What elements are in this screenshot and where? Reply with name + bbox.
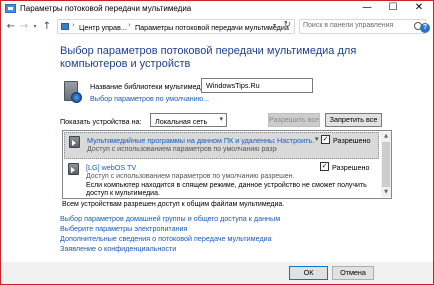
back-arrow-icon[interactable]: ←	[5, 21, 17, 33]
maximize-button[interactable]: ☐	[380, 1, 406, 16]
ok-button[interactable]: ОК	[289, 266, 328, 280]
choose-defaults-link[interactable]: Выбор параметров по умолчанию...	[90, 94, 209, 103]
control-panel-icon	[61, 23, 69, 30]
media-player-icon	[69, 136, 80, 148]
forward-arrow-icon[interactable]: →	[18, 21, 30, 33]
homegroup-settings-link[interactable]: Выбор параметров домашней группы и общег…	[60, 214, 280, 223]
configure-link[interactable]: Настроить...	[277, 136, 315, 145]
breadcrumb-media-streaming[interactable]: Параметры потоковой передачи мультимедиа	[135, 23, 289, 32]
more-info-link[interactable]: Дополнительные сведения о потоковой пере…	[60, 234, 272, 243]
allowed-checkbox[interactable]: ✓	[320, 162, 329, 171]
search-box[interactable]	[299, 19, 426, 34]
media-library-icon	[62, 79, 82, 105]
up-arrow-icon[interactable]: ↑	[41, 21, 53, 33]
breadcrumb-separator-icon[interactable]: ›	[128, 21, 131, 29]
device-description: Доступ с использованием параметров по ум…	[86, 173, 295, 180]
page-title: Выбор параметров потоковой передачи муль…	[60, 45, 357, 70]
all-devices-allowed-text: Всем устройствам разрешен доступ к общим…	[62, 201, 285, 208]
privacy-statement-link[interactable]: Заявление о конфиденциальности	[60, 244, 176, 253]
address-dropdown-icon[interactable]: ▾	[273, 22, 276, 29]
close-button[interactable]: ✕	[406, 1, 432, 16]
scroll-down-icon[interactable]: ▼	[381, 188, 391, 197]
breadcrumb-separator-icon[interactable]: ›	[72, 21, 75, 29]
help-icon[interactable]: ?	[420, 23, 430, 33]
media-disc-shape	[71, 92, 82, 103]
device-description: Доступ с использованием параметров по ум…	[87, 146, 277, 153]
control-panel-icon	[5, 4, 16, 13]
refresh-icon[interactable]: ↻	[283, 20, 291, 30]
recent-locations-chevron-icon[interactable]: ▾	[31, 21, 39, 33]
device-name-link[interactable]: [LG] webOS TV	[86, 163, 136, 172]
show-devices-select[interactable]: Локальная сеть ▾	[150, 113, 227, 127]
device-sleep-note-line1: Если компьютер находится в спящем режиме…	[86, 182, 367, 189]
search-input[interactable]	[303, 22, 411, 29]
media-player-icon	[68, 163, 79, 175]
allowed-label: Разрешено	[333, 136, 371, 145]
power-options-link[interactable]: Выберите параметры электропитания	[60, 224, 187, 233]
allowed-checkbox[interactable]: ✓	[321, 135, 330, 144]
minimize-button[interactable]: —	[354, 1, 380, 16]
device-name-link[interactable]: Мультимедийные программы на данном ПК и …	[87, 136, 275, 145]
navigation-bar: ← → ▾ ↑ › Центр управ... › Параметры пот…	[1, 18, 433, 36]
chevron-down-icon[interactable]: ▾	[315, 135, 319, 143]
window-title: Параметры потоковой передачи мультимедиа	[20, 4, 192, 13]
list-item[interactable]: Мультимедийные программы на данном ПК и …	[64, 132, 379, 159]
allow-all-button[interactable]: Разрешить все	[268, 113, 320, 127]
show-devices-value: Локальная сеть	[155, 117, 208, 126]
show-devices-label: Показать устройства на:	[60, 117, 142, 126]
device-list: Мультимедийные программы на данном ПК и …	[62, 130, 392, 199]
device-sleep-note: Если компьютер находится в спящем режиме…	[86, 182, 367, 198]
media-streaming-window: Параметры потоковой передачи мультимедиа…	[0, 0, 434, 285]
title-bar: Параметры потоковой передачи мультимедиа…	[1, 1, 433, 18]
library-name-input[interactable]	[201, 78, 313, 93]
scroll-thumb[interactable]	[382, 142, 390, 187]
chevron-down-icon: ▾	[219, 115, 223, 123]
address-bar[interactable]: › Центр управ... › Параметры потоковой п…	[57, 19, 295, 34]
allowed-label: Разрешено	[332, 163, 370, 172]
block-all-button[interactable]: Запретить все	[325, 113, 382, 127]
scroll-up-icon[interactable]: ▲	[381, 132, 391, 141]
cancel-button[interactable]: Отмена	[332, 266, 374, 280]
list-item[interactable]: [LG] webOS TV Доступ с использованием па…	[64, 160, 379, 197]
library-name-label: Название библиотеки мультимедиа:	[90, 82, 211, 91]
breadcrumb-control-panel[interactable]: Центр управ...	[79, 23, 127, 32]
device-sleep-note-line2: доступ к мультимедиа.	[86, 190, 160, 197]
scrollbar[interactable]: ▲ ▼	[381, 132, 391, 197]
